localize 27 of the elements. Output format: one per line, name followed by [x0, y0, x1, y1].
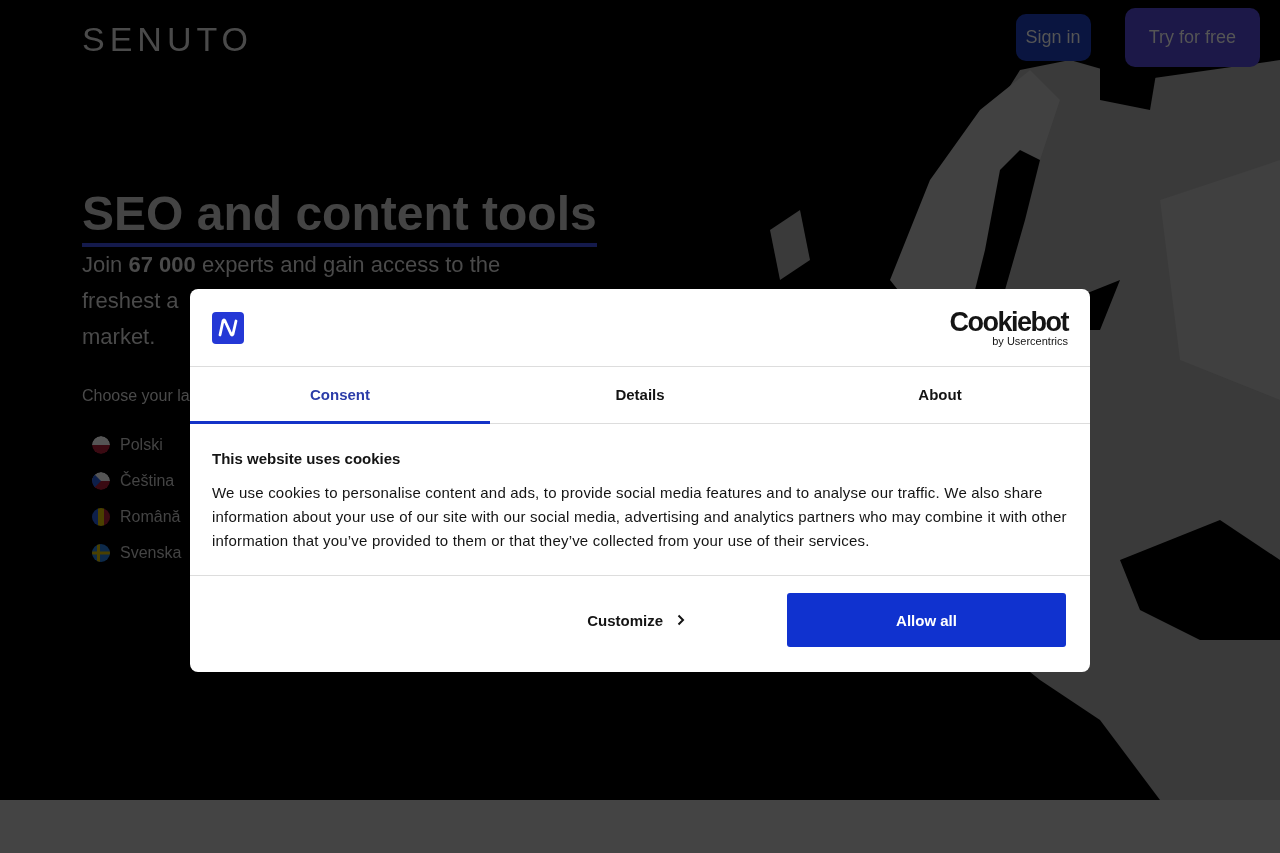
dialog-tab[interactable]: Consent — [190, 367, 490, 424]
allow-all-button[interactable]: Allow all — [787, 593, 1066, 647]
language-link[interactable]: Română — [92, 507, 182, 527]
flag-icon — [92, 472, 110, 490]
dialog-heading: This website uses cookies — [212, 450, 402, 467]
logo-icon — [212, 311, 244, 344]
hero-intro-line: freshest a — [82, 287, 179, 315]
flag-icon — [92, 436, 110, 454]
language-link[interactable]: Polski — [92, 435, 182, 455]
flag-icon — [92, 508, 110, 526]
chevron-right-icon — [677, 614, 685, 626]
language-link[interactable]: Svenska — [92, 543, 182, 563]
flag-icon — [92, 544, 110, 562]
language-prompt: Choose your la — [82, 387, 190, 405]
hero-intro-line: Join 67 000 experts and gain access to the — [82, 251, 501, 279]
customize-button[interactable]: Customize — [581, 610, 691, 630]
hero-title: SEO and content tools — [82, 185, 597, 247]
dialog-tab[interactable]: About — [790, 367, 1090, 424]
cookiebot-tagline: by Usercentrics — [992, 334, 1068, 347]
hero-intro-line: market. — [82, 323, 156, 351]
dialog-tab[interactable]: Details — [490, 367, 790, 424]
cookiebot-logo: Cookiebot — [949, 308, 1068, 335]
logo[interactable]: SENUTO — [82, 20, 254, 59]
signin-button[interactable]: Sign in — [1015, 14, 1091, 61]
dialog-text: We use cookies to personalise content and ads, to provide social media features and to analyse our traffic. We also share information about your use of our site with our social media, advertising and analytics partners who may combine it with other information that you’ve provided to them or that they’ve collected from your use of their services. — [212, 483, 1068, 551]
signup-button[interactable]: Try for free — [1124, 8, 1260, 67]
language-link[interactable]: Čeština — [92, 471, 182, 491]
